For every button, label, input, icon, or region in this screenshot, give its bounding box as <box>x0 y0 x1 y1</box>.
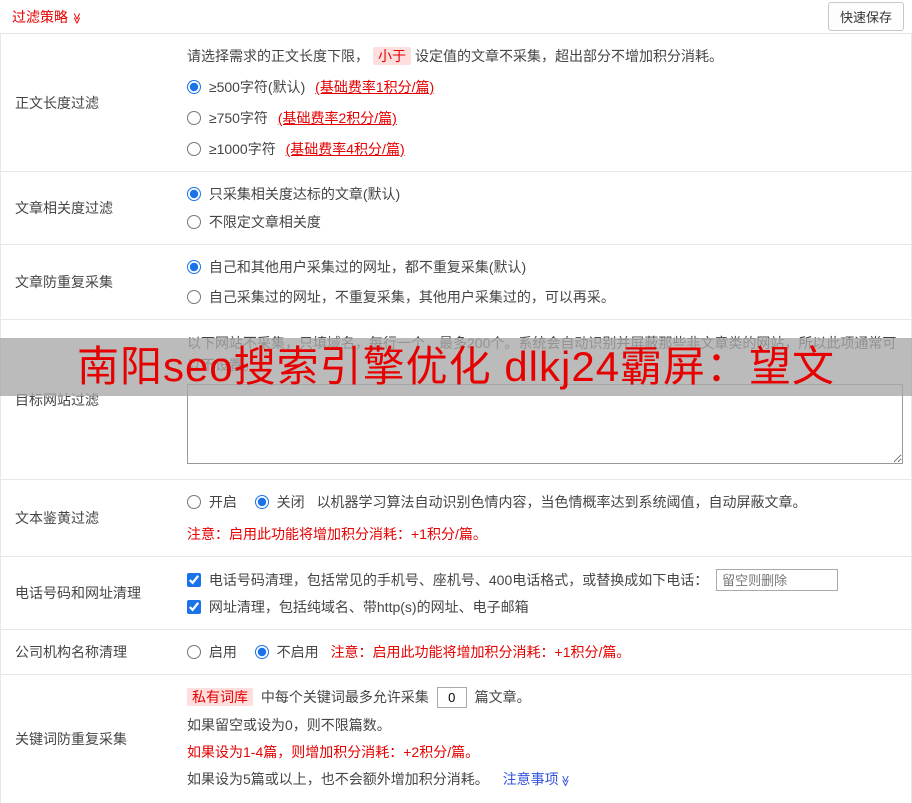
max-articles-count-input[interactable] <box>436 687 467 708</box>
porn-filter-off-radio[interactable] <box>254 495 269 509</box>
porn-filter-off-option[interactable]: 关闭 <box>254 494 309 510</box>
row-label-company-clean: 公司机构名称清理 <box>15 644 127 660</box>
row-target-site-filter: 目标网站过滤 以下网站不采集，只填域名，每行一个，最多200个。系统会自动识别并… <box>1 320 911 480</box>
collapse-chevrons-icon: ≫ <box>70 12 83 24</box>
length-option-1000-radio[interactable] <box>187 142 201 156</box>
row-label-phone-url-clean: 电话号码和网址清理 <box>15 585 141 601</box>
row-label-keyword-dedup: 关键词防重复采集 <box>15 731 127 747</box>
url-clean-checkbox[interactable] <box>187 600 201 614</box>
notice-link[interactable]: 注意事项≫ <box>503 771 571 787</box>
dedup-option-global-radio[interactable] <box>187 260 201 274</box>
row-label-relevance: 文章相关度过滤 <box>15 200 113 216</box>
dedup-option-self-only[interactable]: 自己采集过的网址，不重复采集，其他用户采集过的，可以再采。 <box>187 287 903 307</box>
company-clean-disable-option[interactable]: 不启用 <box>254 644 323 660</box>
company-clean-enable-option[interactable]: 启用 <box>187 644 241 660</box>
relevance-option-strict-radio[interactable] <box>187 187 201 201</box>
page-title[interactable]: 过滤策略 ≫ <box>12 7 83 27</box>
row-body-length-filter: 正文长度过滤 请选择需求的正文长度下限， 小于 设定值的文章不采集，超出部分不增加积… <box>1 34 911 172</box>
porn-filter-description: 以机器学习算法自动识别色情内容，当色情概率达到系统阈值，自动屏蔽文章。 <box>316 494 807 510</box>
porn-filter-on-radio[interactable] <box>187 495 201 509</box>
company-clean-warning: 注意：启用此功能将增加积分消耗：+1积分/篇。 <box>330 644 631 660</box>
company-clean-disable-radio[interactable] <box>254 645 269 659</box>
body-length-intro: 请选择需求的正文长度下限， 小于 设定值的文章不采集，超出部分不增加积分消耗。 <box>187 47 723 65</box>
keyword-dedup-note-five: 如果设为5篇或以上，也不会额外增加积分消耗。 <box>187 771 489 787</box>
row-label-article-dedup: 文章防重复采集 <box>15 274 113 290</box>
porn-filter-on-option[interactable]: 开启 <box>187 494 241 510</box>
row-label-body-length: 正文长度过滤 <box>15 94 99 111</box>
dedup-option-self-only-radio[interactable] <box>187 290 201 304</box>
dedup-option-global[interactable]: 自己和其他用户采集过的网址，都不重复采集(默认) <box>187 257 903 277</box>
link-chevrons-icon: ≫ <box>558 775 571 787</box>
length-option-750-radio[interactable] <box>187 111 201 125</box>
private-lexicon-highlight: 私有词库 <box>187 688 253 706</box>
length-option-750[interactable]: ≥750字符 (基础费率2积分/篇) <box>187 108 903 128</box>
keyword-dedup-note-cost: 如果设为1-4篇，则增加积分消耗：+2积分/篇。 <box>187 744 480 760</box>
row-porn-filter: 文本鉴黄过滤 开启 关闭 以机器学习算法自动识别色情内容，当色情概率达到系统阈值… <box>1 480 911 557</box>
row-relevance-filter: 文章相关度过滤 只采集相关度达标的文章(默认) 不限定文章相关度 <box>1 172 911 245</box>
company-clean-enable-radio[interactable] <box>187 645 201 659</box>
length-option-1000[interactable]: ≥1000字符 (基础费率4积分/篇) <box>187 139 903 159</box>
quick-save-button[interactable]: 快速保存 <box>827 2 904 31</box>
row-phone-url-clean: 电话号码和网址清理 电话号码清理，包括常见的手机号、座机号、400电话格式，或替… <box>1 557 911 630</box>
relevance-option-any[interactable]: 不限定文章相关度 <box>187 212 903 232</box>
row-company-name-clean: 公司机构名称清理 启用 不启用 注意：启用此功能将增加积分消耗：+1积分/篇。 <box>1 630 911 675</box>
length-option-500-fee-note: (基础费率1积分/篇) <box>315 79 435 95</box>
relevance-option-strict[interactable]: 只采集相关度达标的文章(默认) <box>187 184 903 204</box>
row-keyword-dedup: 关键词防重复采集 私有词库 中每个关键词最多允许采集 篇文章。 如果留空或设为0… <box>1 675 911 803</box>
filter-settings-form: 正文长度过滤 请选择需求的正文长度下限， 小于 设定值的文章不采集，超出部分不增加积… <box>0 34 912 803</box>
length-option-1000-fee-note: (基础费率4积分/篇) <box>285 141 405 157</box>
less-than-highlight: 小于 <box>373 47 411 65</box>
blocked-domains-textarea[interactable] <box>187 384 903 464</box>
row-label-target-site: 目标网站过滤 <box>15 391 99 408</box>
length-option-500-radio[interactable] <box>187 80 201 94</box>
relevance-option-any-radio[interactable] <box>187 215 201 229</box>
row-label-porn-filter: 文本鉴黄过滤 <box>15 510 99 526</box>
header-bar: 过滤策略 ≫ 快速保存 <box>0 0 912 34</box>
target-site-intro: 以下网站不采集，只填域名，每行一个，最多200个。系统会自动识别并屏蔽那些非文章… <box>187 335 897 373</box>
url-clean-option[interactable]: 网址清理，包括纯域名、带http(s)的网址、电子邮箱 <box>187 599 529 615</box>
porn-filter-warning: 注意：启用此功能将增加积分消耗：+1积分/篇。 <box>187 526 487 542</box>
phone-clean-checkbox[interactable] <box>187 572 201 587</box>
row-article-dedup: 文章防重复采集 自己和其他用户采集过的网址，都不重复采集(默认) 自己采集过的网… <box>1 245 911 320</box>
length-option-750-fee-note: (基础费率2积分/篇) <box>277 110 397 126</box>
phone-clean-option[interactable]: 电话号码清理，包括常见的手机号、座机号、400电话格式，或替换成如下电话： <box>187 572 712 588</box>
page-title-text: 过滤策略 <box>12 8 68 25</box>
replacement-phone-input[interactable] <box>716 569 839 591</box>
length-option-500[interactable]: ≥500字符(默认) (基础费率1积分/篇) <box>187 77 903 97</box>
keyword-dedup-note-empty: 如果留空或设为0，则不限篇数。 <box>187 717 391 733</box>
